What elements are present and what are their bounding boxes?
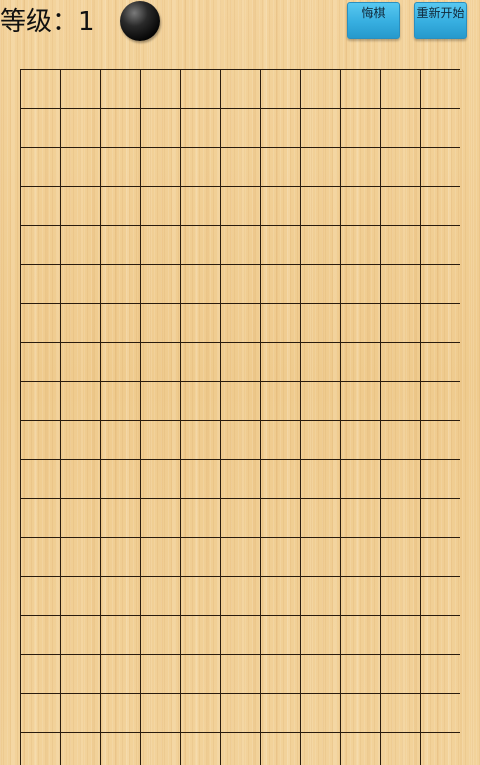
level-label: 等级：: [0, 7, 79, 37]
go-board-grid[interactable]: [20, 68, 460, 765]
current-turn-black-stone-icon: [120, 1, 160, 41]
undo-button[interactable]: 悔棋: [347, 2, 400, 39]
level-value: 1: [78, 7, 95, 37]
restart-button[interactable]: 重新开始: [414, 2, 467, 39]
level-indicator: 等级：1: [0, 4, 95, 40]
